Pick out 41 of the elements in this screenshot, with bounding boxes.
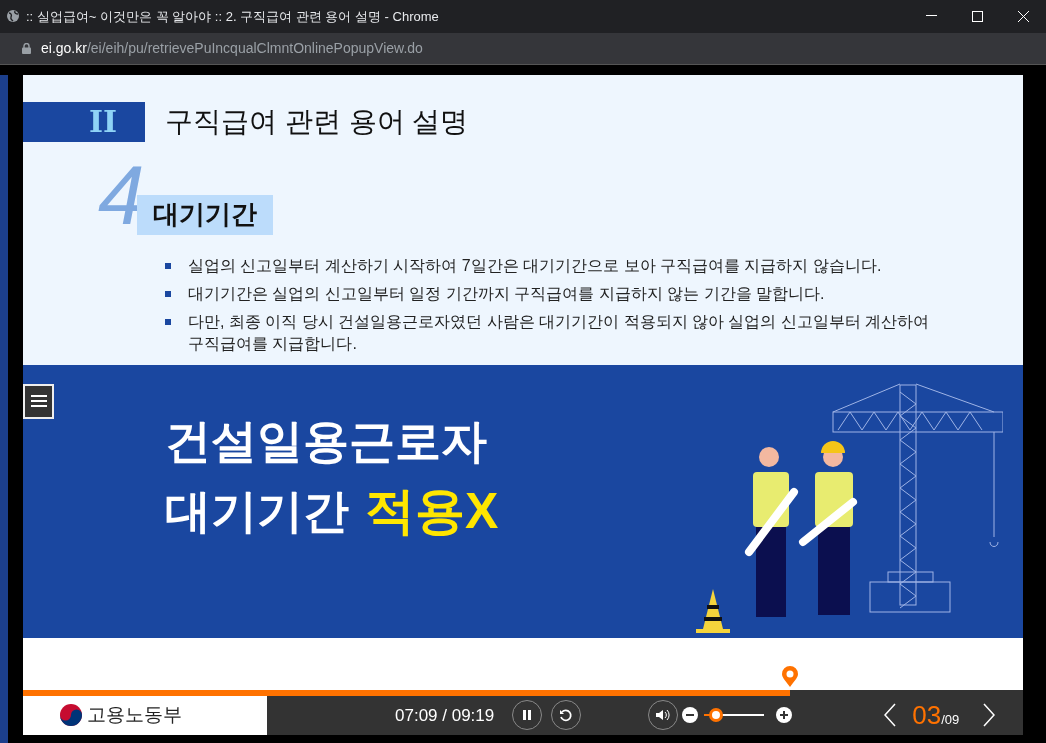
total-pages: /09 [941, 711, 960, 729]
banner-headline: 대기기간 [165, 483, 349, 539]
globe-icon [6, 9, 20, 24]
section-numeral: II [88, 103, 117, 142]
maximize-icon [971, 10, 983, 22]
lock-icon [22, 42, 31, 54]
close-icon [1017, 10, 1029, 22]
pause-icon [523, 710, 532, 721]
chevron-right-icon [983, 703, 996, 728]
volume-up-button[interactable] [776, 707, 793, 724]
bullet-text: 실업의 신고일부터 계산하기 시작하여 7일간은 대기기간으로 보아 구직급여를 지급하지 않습니다. [188, 255, 882, 276]
term-label: 대기기간 [136, 194, 273, 235]
address-bar[interactable]: ei.go.kr/ei/eih/pu/retrievePuIncqualClmntOnlinePopupView.do [0, 32, 1046, 65]
volume-down-button[interactable] [682, 707, 699, 724]
replay-icon [559, 708, 574, 723]
ministry-logo-text: 고용노동부 [87, 703, 182, 728]
progress-track[interactable] [23, 689, 1023, 696]
speaker-icon [656, 709, 671, 722]
bullet-icon [165, 262, 171, 269]
bullet-text: 대기기간은 실업의 신고일부터 일정 기간까지 구직급여를 지급하지 않는 기간을 말합니다. [188, 283, 825, 304]
menu-icon [30, 394, 47, 409]
bullet-icon [165, 290, 171, 297]
bullet-icon [165, 318, 171, 325]
next-button[interactable] [981, 702, 998, 729]
minus-icon [686, 714, 695, 717]
chevron-left-icon [884, 703, 897, 728]
plus-icon [780, 711, 789, 720]
bullet-text: 다만, 최종 이직 당시 건설일용근로자였던 사람은 대기기간이 적용되지 않아 실업의 신고일부터 계산하여 구직급여를 지급합니다. [188, 311, 931, 354]
section-title: 구직급여 관련 용어 설명 [165, 104, 469, 139]
url-text: ei.go.kr/ei/eih/pu/retrievePuIncqualClmntOnlinePopupView.do [41, 38, 423, 58]
menu-button[interactable] [23, 383, 54, 419]
volume-slider[interactable] [704, 708, 765, 723]
previous-button[interactable] [882, 702, 899, 729]
taegeuk-logo-icon [59, 703, 83, 728]
current-page: 03 [912, 698, 942, 732]
minimize-icon [925, 15, 937, 18]
banner-headline: 건설일용근로자 [165, 413, 488, 469]
window-title: :: 실업급여~ 이것만은 꼭 알아야 :: 2. 구직급여 관련 용어 설명 - Chrome [26, 7, 439, 26]
banner-highlight: 적용X [365, 482, 499, 539]
volume-thumb[interactable] [709, 708, 724, 723]
time-display: 07:09 / 09:19 [395, 704, 495, 727]
